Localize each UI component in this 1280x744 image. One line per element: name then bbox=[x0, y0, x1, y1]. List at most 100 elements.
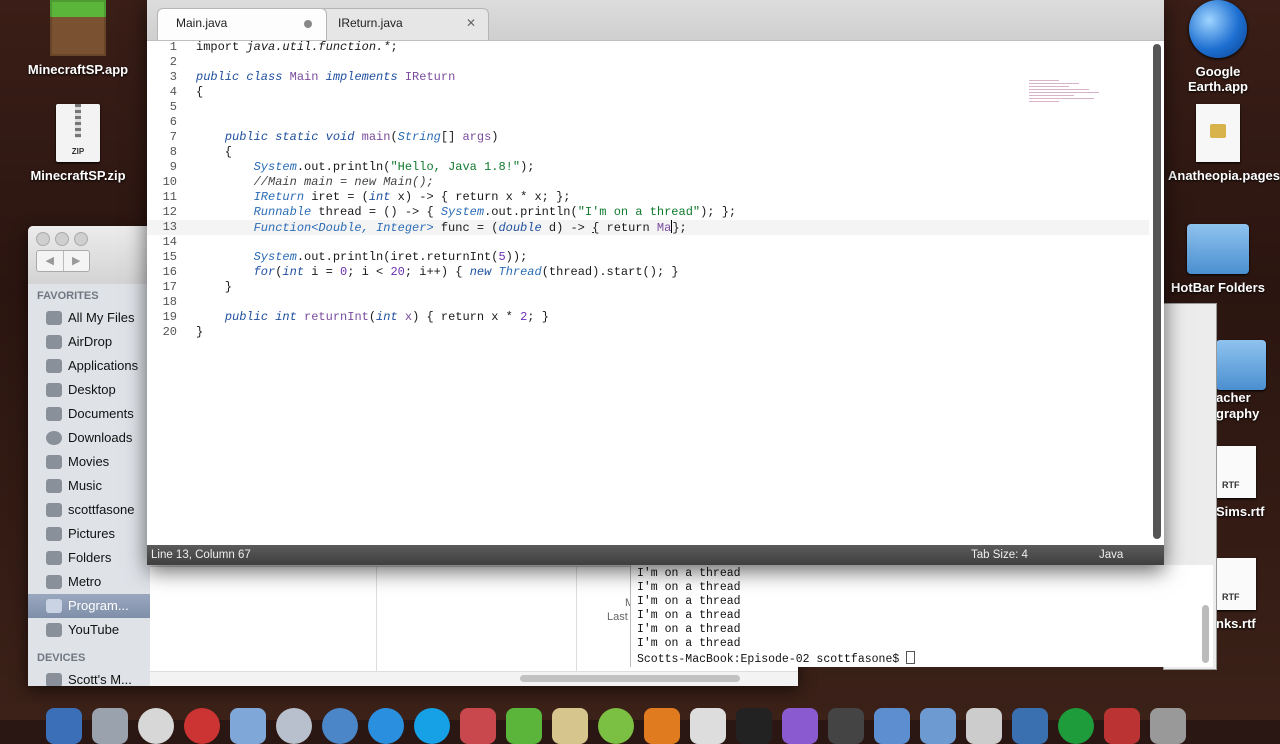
code-line[interactable] bbox=[196, 235, 1149, 250]
desktop-icon-google-earth[interactable]: Google Earth.app bbox=[1158, 0, 1278, 94]
code-line[interactable]: public int returnInt(int x) { return x *… bbox=[196, 310, 1149, 325]
dock-app-icon[interactable] bbox=[598, 708, 634, 744]
desktop-icon-minecraftsp-zip[interactable]: ZIP MinecraftSP.zip bbox=[18, 104, 138, 183]
dock-app-icon[interactable] bbox=[460, 708, 496, 744]
dock-app-icon[interactable] bbox=[368, 708, 404, 744]
dock-app-icon[interactable] bbox=[966, 708, 1002, 744]
code-line[interactable]: } bbox=[196, 325, 1149, 340]
dock-app-icon[interactable] bbox=[46, 708, 82, 744]
code-line[interactable] bbox=[196, 100, 1149, 115]
documents-icon bbox=[46, 407, 62, 421]
sidebar-item-youtube[interactable]: YouTube bbox=[28, 618, 150, 642]
back-arrow-icon[interactable]: ◀ bbox=[37, 251, 64, 271]
terminal-prompt-line[interactable]: Scotts-MacBook:Episode-02 scottfasone$ bbox=[631, 651, 1213, 666]
minimap[interactable] bbox=[1029, 80, 1109, 120]
tab-label: Main.java bbox=[176, 16, 228, 30]
sidebar-item-downloads[interactable]: Downloads bbox=[28, 426, 150, 450]
dock-app-icon[interactable] bbox=[552, 708, 588, 744]
syntax-status[interactable]: Java bbox=[1099, 545, 1123, 565]
tab-ireturn-java[interactable]: IReturn.java ✕ bbox=[319, 8, 489, 40]
terminal-scrollbar[interactable] bbox=[1202, 605, 1209, 663]
editor-vertical-scrollbar[interactable] bbox=[1153, 44, 1161, 539]
cursor-position-status: Line 13, Column 67 bbox=[151, 549, 251, 561]
code-line[interactable]: public class Main implements IReturn bbox=[196, 70, 1149, 85]
code-line[interactable]: Runnable thread = () -> { System.out.pri… bbox=[196, 205, 1149, 220]
tab-main-java[interactable]: Main.java bbox=[157, 8, 327, 40]
sidebar-item-desktop[interactable]: Desktop bbox=[28, 378, 150, 402]
sidebar-item-movies[interactable]: Movies bbox=[28, 450, 150, 474]
scrollbar-thumb[interactable] bbox=[520, 675, 740, 682]
code-line[interactable]: } bbox=[196, 280, 1149, 295]
sidebar-item-programs[interactable]: Program... bbox=[28, 594, 150, 618]
dock-app-icon[interactable] bbox=[690, 708, 726, 744]
folder-icon bbox=[1216, 340, 1266, 390]
tab-size-status[interactable]: Tab Size: 4 bbox=[971, 545, 1028, 565]
dock-app-icon[interactable] bbox=[644, 708, 680, 744]
line-number: 12 bbox=[162, 205, 177, 219]
terminal-window[interactable]: I'm on a thread I'm on a thread I'm on a… bbox=[630, 565, 1213, 667]
code-line[interactable] bbox=[196, 55, 1149, 70]
desktop-icon-hotbar-folders[interactable]: HotBar Folders bbox=[1158, 224, 1278, 295]
dock-app-icon[interactable] bbox=[506, 708, 542, 744]
code-editor[interactable]: 1 2 3 4 5 6 7 8 9 10 11 12 13 14 15 16 1… bbox=[147, 40, 1149, 545]
terminal-output-line: I'm on a thread bbox=[637, 637, 741, 650]
sidebar-item-folders[interactable]: Folders bbox=[28, 546, 150, 570]
zip-file-icon: ZIP bbox=[56, 104, 100, 162]
folder-icon bbox=[1187, 224, 1249, 274]
code-line[interactable]: { bbox=[196, 145, 1149, 160]
dock-app-icon[interactable] bbox=[1150, 708, 1186, 744]
code-line[interactable]: IReturn iret = (int x) -> { return x * x… bbox=[196, 190, 1149, 205]
sidebar-item-pictures[interactable]: Pictures bbox=[28, 522, 150, 546]
dock-app-icon[interactable] bbox=[276, 708, 312, 744]
sidebar-item-device[interactable]: Scott's M... bbox=[28, 668, 150, 686]
dock-app-icon[interactable] bbox=[230, 708, 266, 744]
code-line[interactable] bbox=[196, 115, 1149, 130]
dock-app-icon[interactable] bbox=[322, 708, 358, 744]
dock-app-icon[interactable] bbox=[874, 708, 910, 744]
dock-app-icon[interactable] bbox=[828, 708, 864, 744]
terminal-dock-icon[interactable] bbox=[736, 708, 772, 744]
sidebar-item-home[interactable]: scottfasone bbox=[28, 498, 150, 522]
code-line[interactable]: public static void main(String[] args) bbox=[196, 130, 1149, 145]
code-line[interactable]: System.out.println(iret.returnInt(5)); bbox=[196, 250, 1149, 265]
forward-arrow-icon[interactable]: ▶ bbox=[64, 251, 90, 271]
code-line[interactable] bbox=[196, 295, 1149, 310]
line-number: 6 bbox=[169, 115, 177, 129]
editor-window: Main.java IReturn.java ✕ 1 2 3 4 5 6 7 8… bbox=[147, 0, 1164, 565]
movies-icon bbox=[46, 455, 62, 469]
dock-app-icon[interactable] bbox=[92, 708, 128, 744]
dock-app-icon[interactable] bbox=[1104, 708, 1140, 744]
sidebar-item-all-my-files[interactable]: All My Files bbox=[28, 306, 150, 330]
dock-app-icon[interactable] bbox=[920, 708, 956, 744]
close-icon[interactable]: ✕ bbox=[466, 9, 476, 37]
minimize-window-button[interactable] bbox=[55, 232, 69, 246]
code-line[interactable]: import java.util.function.*; bbox=[196, 40, 1149, 55]
code-text[interactable]: import java.util.function.*; public clas… bbox=[196, 40, 1149, 340]
sidebar-item-music[interactable]: Music bbox=[28, 474, 150, 498]
close-window-button[interactable] bbox=[36, 232, 50, 246]
sidebar-item-metro[interactable]: Metro bbox=[28, 570, 150, 594]
sidebar-item-applications[interactable]: Applications bbox=[28, 354, 150, 378]
finder-horizontal-scrollbar[interactable] bbox=[150, 671, 798, 686]
folder-icon bbox=[46, 575, 62, 589]
dock-app-icon[interactable] bbox=[1058, 708, 1094, 744]
tab-label: IReturn.java bbox=[338, 16, 403, 30]
sidebar-item-airdrop[interactable]: AirDrop bbox=[28, 330, 150, 354]
dock-app-icon[interactable] bbox=[1012, 708, 1048, 744]
locked-document-icon bbox=[1196, 104, 1240, 162]
folder-icon bbox=[46, 623, 62, 637]
code-line[interactable]: { bbox=[196, 85, 1149, 100]
modified-dot-icon[interactable] bbox=[304, 20, 312, 28]
desktop-icon-anatheopia[interactable]: Anatheopia.pages bbox=[1158, 104, 1280, 183]
dock-app-icon[interactable] bbox=[782, 708, 818, 744]
code-line[interactable]: for(int i = 0; i < 20; i++) { new Thread… bbox=[196, 265, 1149, 280]
dock-app-icon[interactable] bbox=[414, 708, 450, 744]
dock-app-icon[interactable] bbox=[184, 708, 220, 744]
desktop-icon-minecraftsp-app[interactable]: MinecraftSP.app bbox=[18, 0, 138, 77]
code-line[interactable]: System.out.println("Hello, Java 1.8!"); bbox=[196, 160, 1149, 175]
sidebar-item-documents[interactable]: Documents bbox=[28, 402, 150, 426]
code-line[interactable]: //Main main = new Main(); bbox=[196, 175, 1149, 190]
zoom-window-button[interactable] bbox=[74, 232, 88, 246]
code-line[interactable]: Function<Double, Integer> func = (double… bbox=[196, 220, 1149, 235]
dock-app-icon[interactable] bbox=[138, 708, 174, 744]
